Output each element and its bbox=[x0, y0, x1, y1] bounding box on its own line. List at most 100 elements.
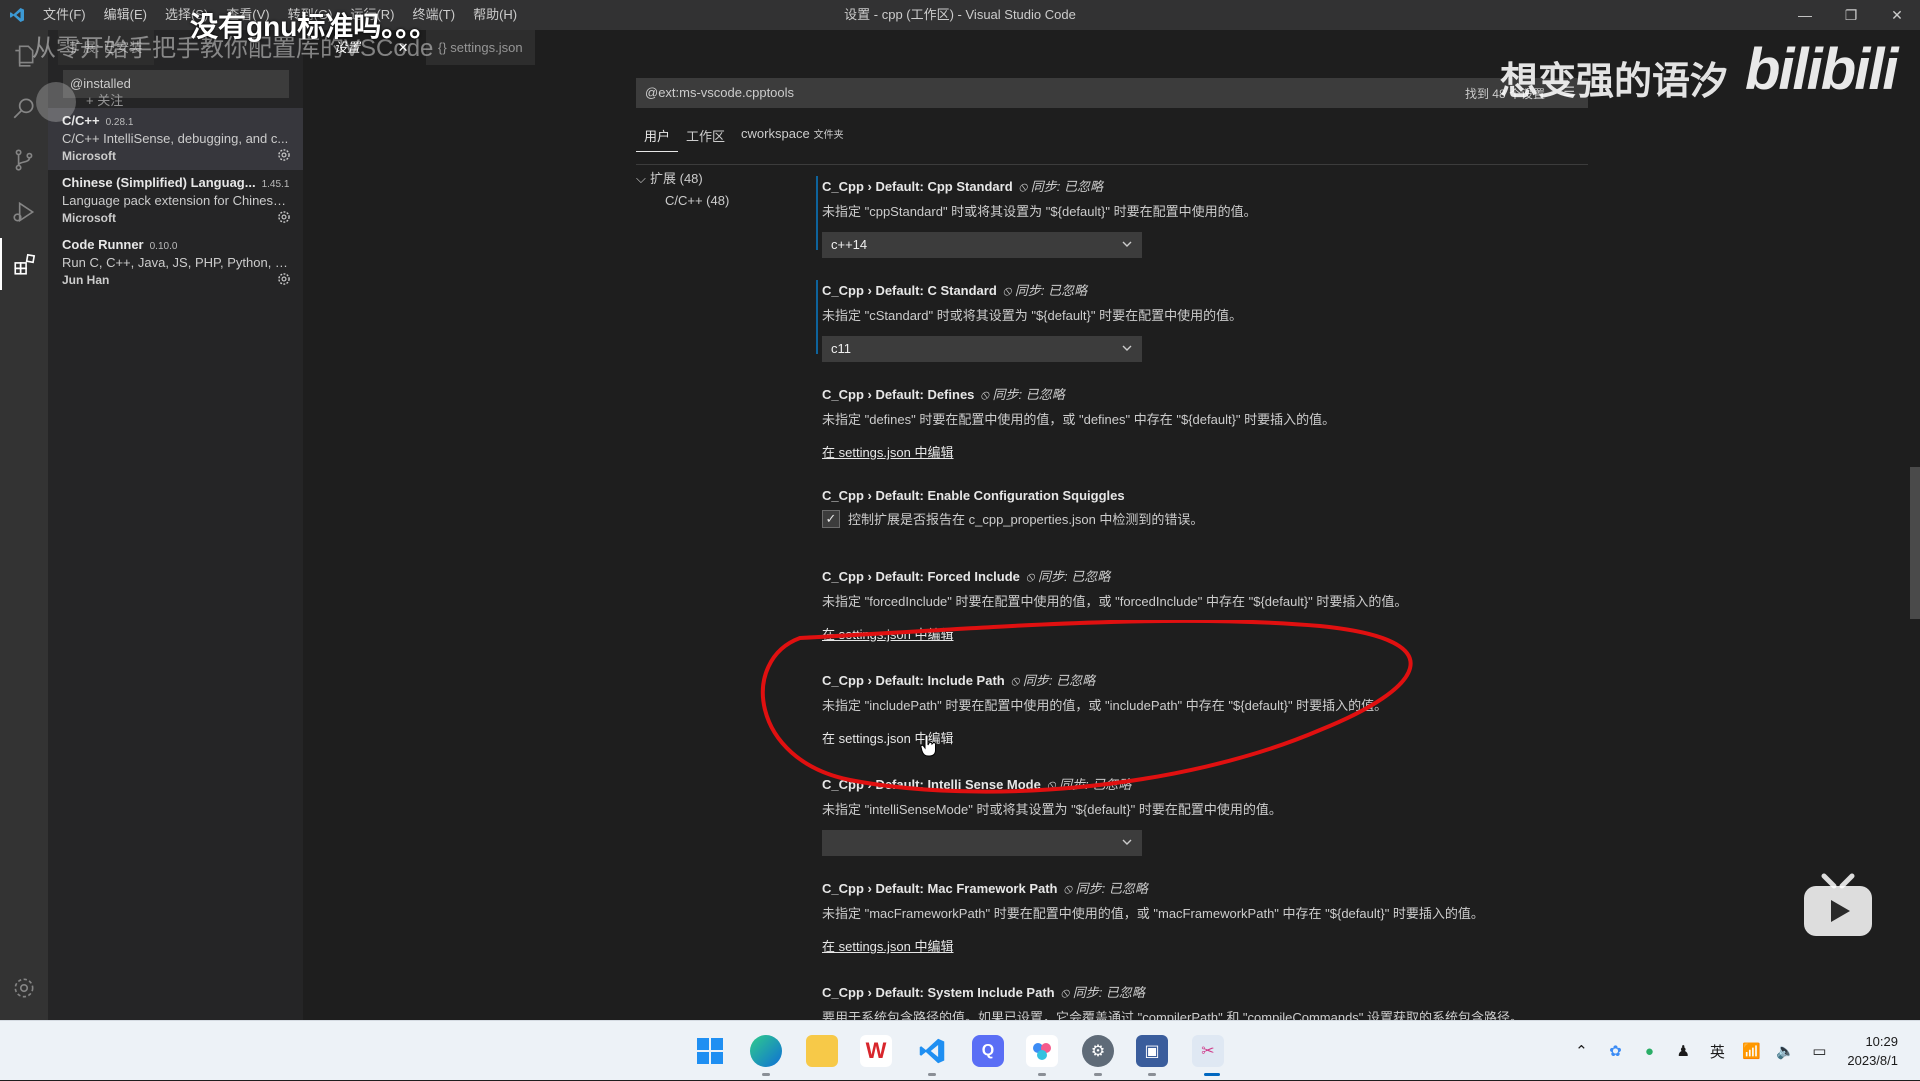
wifi-icon[interactable]: 📶 bbox=[1737, 1041, 1765, 1061]
running-indicator bbox=[1038, 1073, 1046, 1076]
extensions-icon[interactable] bbox=[0, 238, 48, 290]
setting-description: 控制扩展是否报告在 c_cpp_properties.json 中检测到的错误。 bbox=[848, 512, 1204, 527]
bilibili-tv-icon[interactable] bbox=[1802, 872, 1874, 938]
c-standard-select[interactable]: c11 bbox=[822, 336, 1142, 362]
setting-title: C_Cpp › Default: Mac Framework Path bbox=[822, 881, 1058, 896]
clock-time: 10:29 bbox=[1865, 1034, 1898, 1049]
editor-scrollbar[interactable] bbox=[1910, 467, 1920, 619]
sync-ignored-icon: ⦸ bbox=[1018, 179, 1028, 194]
sync-ignored-icon: ⦸ bbox=[1025, 569, 1035, 584]
follow-button[interactable]: + 关注 bbox=[86, 90, 123, 109]
wechat-tray-icon[interactable]: ● bbox=[1635, 1041, 1663, 1061]
setting-title: C_Cpp › Default: System Include Path bbox=[822, 985, 1055, 1000]
settings-scope-tabs: 用户 工作区 cworkspace 文件夹 bbox=[636, 122, 852, 152]
system-tray: ⌃ ✿ ● ♟ 英 📶 🔈 ▭ 10:29 2023/8/1 bbox=[1561, 1021, 1920, 1081]
file-explorer-icon[interactable] bbox=[806, 1035, 838, 1067]
extension-item-chinese-language-pack[interactable]: Chinese (Simplified) Languag... 1.45.1 La… bbox=[48, 170, 303, 232]
setting-description: 未指定 "cppStandard" 时或将其设置为 "${default}" 时… bbox=[822, 204, 1257, 219]
settings-toc: ⌵ 扩展 (48) C/C++ (48) bbox=[636, 168, 816, 212]
settings-search-input[interactable]: @ext:ms-vscode.cpptools 找到 48 个设置 ☰ bbox=[636, 78, 1588, 108]
check-icon: ✓ bbox=[825, 510, 837, 526]
sync-ignored-icon: ⦸ bbox=[980, 387, 989, 402]
run-debug-icon[interactable] bbox=[0, 186, 48, 238]
annotation-circle bbox=[760, 620, 1413, 794]
baidu-netdisk-icon[interactable] bbox=[1026, 1035, 1058, 1067]
setting-description: 未指定 "forcedInclude" 时要在配置中使用的值，或 "forced… bbox=[822, 594, 1408, 609]
select-value: c11 bbox=[831, 341, 851, 356]
menu-file[interactable]: 文件(F) bbox=[34, 0, 95, 30]
sync-label: 同步: 已忽略 bbox=[1030, 179, 1104, 194]
edit-in-settings-json-link[interactable]: 在 settings.json 中编辑 bbox=[822, 936, 954, 955]
vscode-logo-icon bbox=[0, 0, 34, 30]
battery-icon[interactable]: ▭ bbox=[1805, 1041, 1833, 1061]
snipping-tool-icon[interactable]: ✂ bbox=[1192, 1035, 1224, 1067]
input-method-indicator[interactable]: 英 bbox=[1703, 1041, 1731, 1061]
baidu-netdisk-tray-icon[interactable]: ✿ bbox=[1601, 1041, 1629, 1061]
setting-title: C_Cpp › Default: C Standard bbox=[822, 283, 997, 298]
toc-item-extensions[interactable]: ⌵ 扩展 (48) bbox=[636, 168, 816, 190]
close-button[interactable]: ✕ bbox=[1874, 0, 1920, 30]
clock-date: 2023/8/1 bbox=[1847, 1053, 1898, 1068]
wps-office-icon[interactable]: W bbox=[860, 1035, 892, 1067]
volume-icon[interactable]: 🔈 bbox=[1771, 1041, 1799, 1061]
vscode-taskbar-icon[interactable] bbox=[916, 1035, 948, 1067]
toc-item-cpp[interactable]: C/C++ (48) bbox=[636, 190, 816, 212]
menu-edit[interactable]: 编辑(E) bbox=[95, 0, 156, 30]
extension-publisher: Microsoft bbox=[62, 149, 116, 163]
setting-enable-configuration-squiggles: C_Cpp › Default: Enable Configuration Sq… bbox=[822, 488, 1602, 528]
running-indicator bbox=[1094, 1073, 1102, 1076]
gear-icon[interactable] bbox=[277, 210, 291, 224]
clock[interactable]: 10:29 2023/8/1 bbox=[1847, 1032, 1898, 1070]
extension-item-code-runner[interactable]: Code Runner 0.10.0 Run C, C++, Java, JS, … bbox=[48, 232, 303, 294]
setting-cpp-standard: C_Cpp › Default: Cpp Standard ⦸ 同步: 已忽略 未… bbox=[816, 176, 1602, 258]
toc-group-label: 扩展 (48) bbox=[650, 171, 703, 186]
remote-desktop-icon[interactable]: ▣ bbox=[1136, 1035, 1168, 1067]
folder-name: cworkspace bbox=[741, 126, 810, 141]
source-control-icon[interactable] bbox=[0, 134, 48, 186]
avatar[interactable] bbox=[36, 82, 76, 122]
restore-button[interactable]: ❐ bbox=[1828, 0, 1874, 30]
tab-settings-json[interactable]: {} settings.json bbox=[426, 30, 535, 65]
chevron-down-icon bbox=[1122, 345, 1132, 351]
setting-description: 未指定 "macFrameworkPath" 时要在配置中使用的值，或 "mac… bbox=[822, 906, 1484, 921]
chevron-down-icon bbox=[1122, 241, 1132, 247]
folder-suffix: 文件夹 bbox=[813, 130, 844, 141]
tab-user[interactable]: 用户 bbox=[636, 122, 679, 152]
setting-title: C_Cpp › Default: Defines bbox=[822, 387, 975, 402]
settings-search-value: @ext:ms-vscode.cpptools bbox=[645, 85, 795, 100]
sync-ignored-icon: ⦸ bbox=[1002, 283, 1012, 298]
windows-start-icon[interactable] bbox=[694, 1035, 726, 1067]
extension-version: 0.28.1 bbox=[105, 117, 134, 128]
tab-folder[interactable]: cworkspace 文件夹 bbox=[733, 122, 852, 152]
chevron-up-icon[interactable]: ⌃ bbox=[1567, 1041, 1595, 1061]
edit-in-settings-json-link[interactable]: 在 settings.json 中编辑 bbox=[822, 442, 954, 461]
intelli-sense-mode-select[interactable] bbox=[822, 830, 1142, 856]
gear-icon[interactable] bbox=[277, 272, 291, 286]
cpp-standard-select[interactable]: c++14 bbox=[822, 232, 1142, 258]
menu-help[interactable]: 帮助(H) bbox=[464, 0, 526, 30]
edge-browser-icon[interactable] bbox=[750, 1035, 782, 1067]
settings-gear-icon[interactable]: ⚙ bbox=[1082, 1035, 1114, 1067]
windows-taskbar: W Q ⚙ ▣ ✂ ⌃ ✿ ● ♟ 英 📶 🔈 ▭ 10:29 2023/8/1 bbox=[0, 1020, 1920, 1080]
setting-description: 未指定 "defines" 时要在配置中使用的值，或 "defines" 中存在… bbox=[822, 412, 1336, 427]
app-q-icon[interactable]: Q bbox=[972, 1035, 1004, 1067]
gear-icon[interactable] bbox=[0, 962, 48, 1014]
minimize-button[interactable]: — bbox=[1782, 0, 1828, 30]
scope-divider bbox=[636, 164, 1588, 165]
qq-penguin-icon[interactable]: ♟ bbox=[1669, 1041, 1697, 1061]
running-indicator bbox=[928, 1073, 936, 1076]
extension-name: Chinese (Simplified) Languag... bbox=[62, 175, 256, 190]
extension-name: Code Runner bbox=[62, 237, 144, 252]
sync-label: 同步: 已忽略 bbox=[1014, 283, 1088, 298]
sync-label: 同步: 已忽略 bbox=[992, 387, 1065, 402]
setting-title: C_Cpp › Default: Cpp Standard bbox=[822, 179, 1013, 194]
bilibili-logo: bilibili bbox=[1745, 37, 1899, 102]
extension-publisher: Microsoft bbox=[62, 211, 116, 225]
gear-icon[interactable] bbox=[277, 148, 291, 162]
extension-item-cpp[interactable]: C/C++ 0.28.1 C/C++ IntelliSense, debuggin… bbox=[48, 108, 303, 170]
setting-description: 未指定 "cStandard" 时或将其设置为 "${default}" 时要在… bbox=[822, 308, 1243, 323]
modified-indicator bbox=[816, 280, 818, 354]
squiggles-checkbox[interactable]: ✓ bbox=[822, 509, 840, 528]
tab-workspace[interactable]: 工作区 bbox=[678, 122, 733, 152]
running-indicator bbox=[1148, 1073, 1156, 1076]
